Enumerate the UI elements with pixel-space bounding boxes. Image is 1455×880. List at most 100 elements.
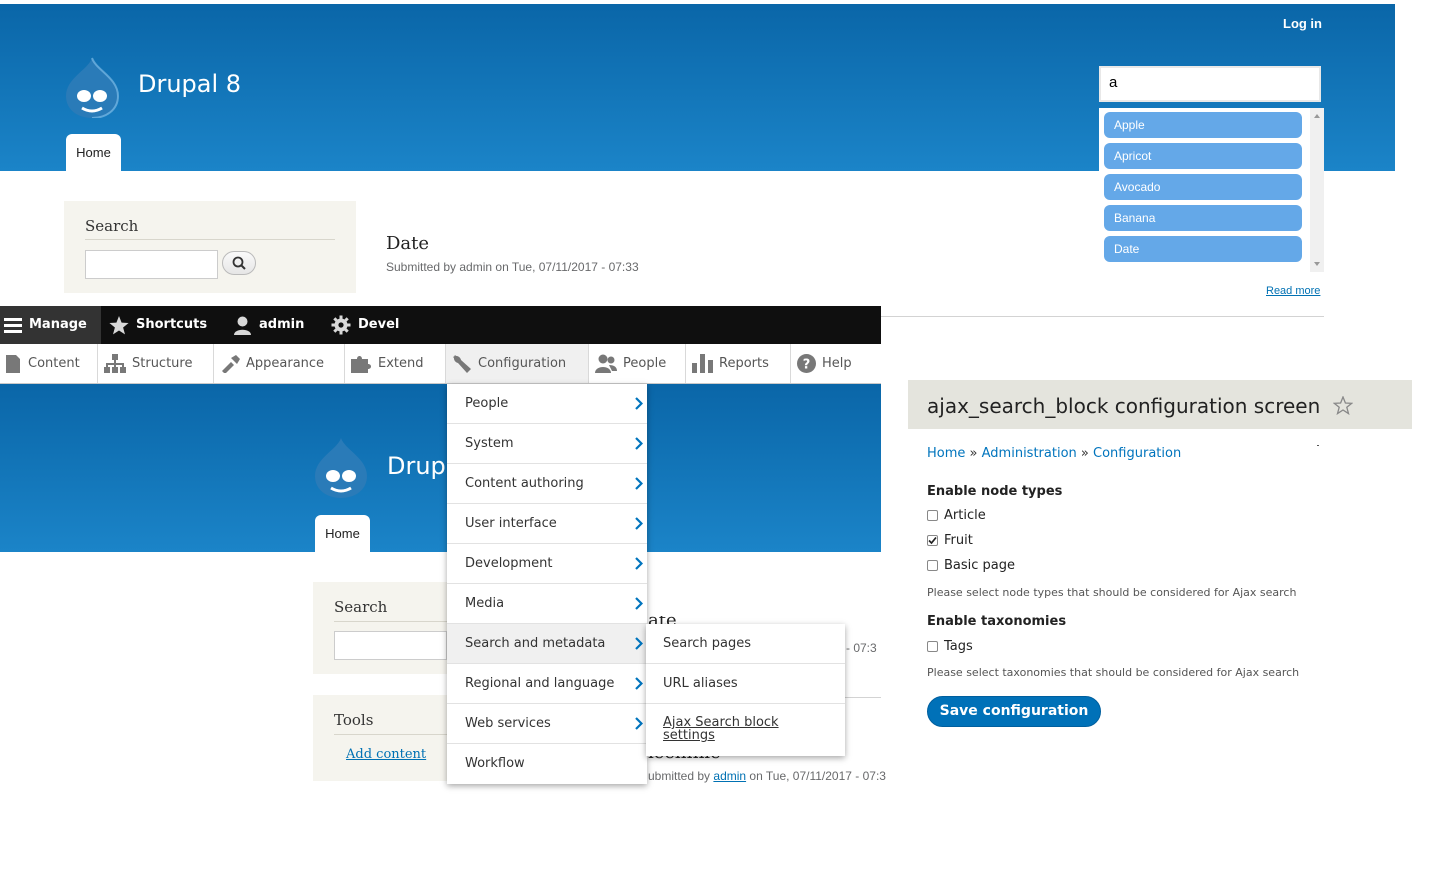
node-meta: - 07:3 [846, 641, 877, 655]
tray-appearance[interactable]: Appearance [214, 344, 345, 383]
menu-item-content-authoring[interactable]: Content authoring [447, 464, 647, 504]
tray-people[interactable]: People [589, 344, 686, 383]
menu-item-development[interactable]: Development [447, 544, 647, 584]
checkmark-icon [928, 536, 937, 545]
star-icon [109, 315, 129, 334]
search-block [313, 582, 447, 674]
tray-reports[interactable]: Reports [686, 344, 791, 383]
breadcrumb: Home » Administration » Configuration [927, 446, 1182, 461]
file-icon [6, 354, 20, 373]
sitemap-icon [104, 354, 126, 373]
taxonomies-label: Enable taxonomies [927, 614, 1067, 629]
search-input[interactable] [334, 631, 447, 660]
search-button[interactable] [222, 251, 256, 275]
toolbar-tray: Content Structure Appearance Extend Conf… [0, 344, 881, 384]
divider [334, 734, 447, 735]
autocomplete-suggestion[interactable]: Date [1104, 236, 1302, 262]
search-block-title: Search [85, 217, 139, 235]
home-tab[interactable]: Home [315, 515, 370, 552]
submenu-item-url-aliases[interactable]: URL aliases [646, 664, 845, 704]
tray-help[interactable]: ? Help [791, 344, 881, 383]
checkbox-tags[interactable]: Tags [927, 639, 973, 654]
menu-item-user-interface[interactable]: User interface [447, 504, 647, 544]
chevron-right-icon [635, 637, 643, 650]
checkbox[interactable] [927, 560, 938, 571]
search-icon [232, 256, 246, 270]
page-title: ajax_search_block configuration screen [927, 394, 1354, 418]
add-content-link[interactable]: Add content [346, 747, 426, 762]
chevron-right-icon [635, 437, 643, 450]
site-name[interactable]: Drupal 8 [138, 70, 241, 98]
chevron-right-icon [635, 597, 643, 610]
gear-icon [331, 315, 351, 335]
drupal-logo-icon[interactable] [62, 56, 122, 118]
author-link[interactable]: admin [713, 769, 746, 783]
tray-extend[interactable]: Extend [345, 344, 446, 383]
paintbrush-icon [222, 354, 240, 373]
menu-item-system[interactable]: System [447, 424, 647, 464]
chevron-right-icon [635, 717, 643, 730]
chevron-right-icon [635, 517, 643, 530]
submenu-item-ajax-search-block-settings[interactable]: Ajax Search block settings [646, 704, 845, 756]
autocomplete-suggestion[interactable]: Apple [1104, 112, 1302, 138]
toolbar-manage[interactable]: Manage [0, 306, 101, 344]
breadcrumb-home[interactable]: Home [927, 446, 965, 461]
checkbox-checked[interactable] [927, 535, 938, 546]
read-more-link[interactable]: Read more [1266, 285, 1320, 297]
node-meta: Submitted by admin on Tue, 07/11/2017 - … [386, 260, 639, 274]
decorative-dot [1317, 445, 1319, 446]
node-title[interactable]: Date [386, 233, 429, 254]
toolbar-shortcuts[interactable]: Shortcuts [109, 306, 207, 344]
chevron-right-icon [635, 557, 643, 570]
tray-content[interactable]: Content [0, 344, 98, 383]
home-tab[interactable]: Home [66, 134, 121, 171]
chevron-right-icon [635, 397, 643, 410]
ajax-search-settings-link[interactable]: Ajax Search block settings [663, 715, 779, 743]
tray-structure[interactable]: Structure [98, 344, 214, 383]
menu-item-workflow[interactable]: Workflow [447, 744, 647, 784]
drupal-logo-icon[interactable] [311, 436, 371, 498]
star-outline-icon[interactable] [1332, 395, 1354, 416]
submenu-item-search-pages[interactable]: Search pages [646, 624, 845, 664]
breadcrumb-configuration[interactable]: Configuration [1093, 446, 1181, 461]
menu-item-regional-and-language[interactable]: Regional and language [447, 664, 647, 704]
checkbox-article[interactable]: Article [927, 508, 986, 523]
search-block [64, 201, 356, 293]
admin-toolbar: Manage Shortcuts admin Devel [0, 306, 881, 344]
menu-item-media[interactable]: Media [447, 584, 647, 624]
login-link[interactable]: Log in [1283, 16, 1322, 31]
divider [85, 239, 335, 240]
checkbox[interactable] [927, 510, 938, 521]
toolbar-user[interactable]: admin [233, 306, 304, 344]
tray-configuration[interactable]: Configuration [446, 344, 589, 383]
divider [881, 316, 1324, 317]
wrench-icon [453, 354, 471, 373]
breadcrumb-administration[interactable]: Administration [982, 446, 1077, 461]
people-icon [595, 354, 617, 373]
puzzle-icon [351, 355, 371, 373]
svg-text:?: ? [803, 358, 811, 373]
checkbox-basic-page[interactable]: Basic page [927, 558, 1015, 573]
divider [334, 621, 447, 622]
autocomplete-suggestion[interactable]: Avocado [1104, 174, 1302, 200]
checkbox-fruit[interactable]: Fruit [927, 533, 973, 548]
user-icon [234, 316, 251, 335]
tools-block [313, 695, 447, 781]
toolbar-devel[interactable]: Devel [331, 306, 399, 344]
menu-item-people[interactable]: People [447, 384, 647, 424]
menu-item-web-services[interactable]: Web services [447, 704, 647, 744]
bar-chart-icon [692, 354, 713, 373]
autocomplete-suggestion[interactable]: Banana [1104, 205, 1302, 231]
menu-item-search-and-metadata[interactable]: Search and metadata [447, 624, 647, 664]
autocomplete-suggestion[interactable]: Apricot [1104, 143, 1302, 169]
hamburger-icon [4, 318, 22, 333]
checkbox[interactable] [927, 641, 938, 652]
autocomplete-scrollbar[interactable] [1310, 108, 1324, 272]
taxonomies-description: Please select taxonomies that should be … [927, 666, 1300, 679]
search-autocomplete-input[interactable]: a [1099, 66, 1321, 102]
help-icon: ? [797, 354, 816, 373]
search-input[interactable] [85, 250, 218, 279]
node-meta: ubmitted by admin on Tue, 07/11/2017 - 0… [648, 769, 886, 783]
save-configuration-button[interactable]: Save configuration [927, 696, 1101, 727]
node-types-label: Enable node types [927, 484, 1063, 499]
